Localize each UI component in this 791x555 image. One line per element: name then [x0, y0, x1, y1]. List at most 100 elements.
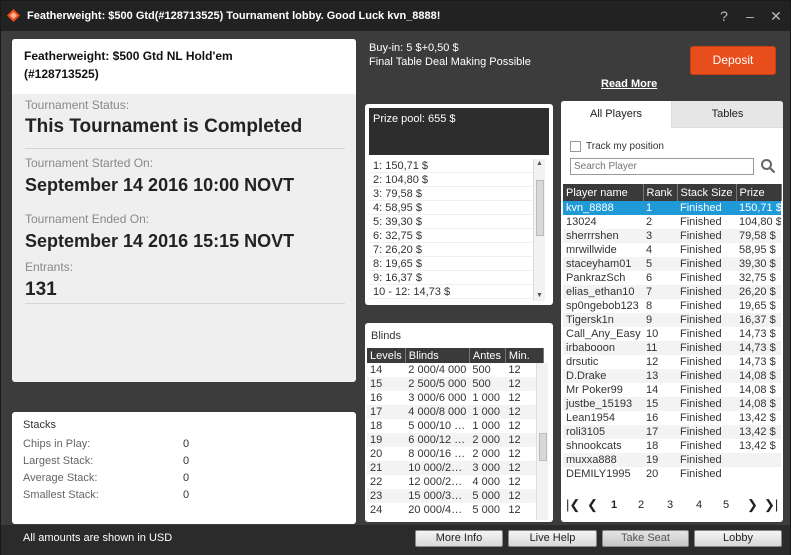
player-row[interactable]: sherrrshen 3 Finished 79,58 $ — [563, 229, 781, 243]
take-seat-button[interactable]: Take Seat — [602, 530, 689, 547]
buyin-text: Buy-in: 5 $+0,50 $ — [369, 42, 459, 54]
blinds-level: 20 — [370, 448, 383, 460]
player-row[interactable]: Mr Poker99 14 Finished 14,08 $ — [563, 383, 781, 397]
prev-page-icon[interactable]: ❮ — [587, 497, 598, 513]
tab-tables[interactable]: Tables — [672, 101, 783, 128]
player-row[interactable]: 13024 2 Finished 104,80 $ — [563, 215, 781, 229]
scroll-up-icon[interactable]: ▲ — [534, 159, 545, 169]
player-row[interactable]: justbe_15193 15 Finished 14,08 $ — [563, 397, 781, 411]
blinds-scrollbar[interactable] — [536, 363, 548, 520]
checkbox-icon[interactable] — [570, 141, 581, 152]
blinds-amount: 15 000/3… — [408, 490, 463, 502]
prize-scrollbar[interactable]: ▲ ▼ — [533, 159, 545, 301]
blinds-ante: 1 000 — [472, 420, 500, 432]
player-rank: 5 — [646, 258, 653, 270]
player-name: D.Drake — [566, 370, 607, 382]
next-page-icon[interactable]: ❯ — [747, 497, 758, 513]
tournament-name-line1: Featherweight: $500 Gtd NL Hold'em — [24, 49, 233, 63]
first-page-icon[interactable]: |❮ — [566, 497, 580, 513]
player-stack: Finished — [680, 230, 722, 242]
col-player-name[interactable]: Player name — [563, 184, 644, 201]
page-5[interactable]: 5 — [723, 499, 729, 511]
player-row[interactable]: irbabooon 11 Finished 14,73 $ — [563, 341, 781, 355]
search-player-input[interactable] — [570, 158, 754, 175]
col-blinds[interactable]: Blinds — [405, 348, 470, 363]
player-name: shnookcats — [566, 440, 622, 452]
player-row[interactable]: Tigersk1n 9 Finished 16,37 $ — [563, 313, 781, 327]
player-row[interactable]: Call_Any_Easy 10 Finished 14,73 $ — [563, 327, 781, 341]
blinds-amount: 3 000/6 000 — [408, 392, 467, 404]
search-icon[interactable] — [760, 158, 776, 174]
player-stack: Finished — [680, 356, 722, 368]
pagination: |❮ ❮ 1 2 3 4 5 ❯ ❯| — [561, 497, 783, 517]
player-row[interactable]: staceyham01 5 Finished 39,30 $ — [563, 257, 781, 271]
player-stack: Finished — [680, 370, 722, 382]
blinds-level: 17 — [370, 406, 383, 418]
player-row[interactable]: drsutic 12 Finished 14,73 $ — [563, 355, 781, 369]
prize-list[interactable]: 1: 150,71 $ 2: 104,80 $ 3: 79,58 $ 4: 58… — [369, 159, 533, 299]
scroll-thumb[interactable] — [536, 180, 544, 236]
player-prize: 14,08 $ — [739, 398, 776, 410]
blinds-level: 21 — [370, 462, 383, 474]
col-min[interactable]: Min. — [505, 348, 544, 363]
page-1[interactable]: 1 — [611, 499, 617, 511]
window-title: Featherweight: $500 Gtd(#128713525) Tour… — [27, 10, 441, 22]
player-row[interactable]: kvn_8888 1 Finished 150,71 $ — [563, 201, 781, 215]
page-2[interactable]: 2 — [638, 499, 644, 511]
scroll-down-icon[interactable]: ▼ — [534, 291, 545, 301]
player-row[interactable]: roli3105 17 Finished 13,42 $ — [563, 425, 781, 439]
player-rank: 4 — [646, 244, 653, 256]
help-button[interactable]: ? — [713, 1, 735, 31]
entrants-label: Entrants: — [25, 260, 74, 274]
minimize-button[interactable]: – — [739, 1, 761, 31]
player-row[interactable]: muxxa888 19 Finished — [563, 453, 781, 467]
col-rank[interactable]: Rank — [643, 184, 678, 201]
player-name: drsutic — [566, 356, 599, 368]
read-more-link[interactable]: Read More — [601, 78, 657, 90]
player-row[interactable]: sp0ngebob123 8 Finished 19,65 $ — [563, 299, 781, 313]
deposit-button[interactable]: Deposit — [690, 46, 776, 75]
close-button[interactable]: ✕ — [765, 1, 787, 31]
col-prize[interactable]: Prize — [736, 184, 782, 201]
player-prize: 39,30 $ — [739, 258, 776, 270]
prize-row: 1: 150,71 $ — [369, 159, 533, 173]
player-name: Mr Poker99 — [566, 384, 623, 396]
player-row[interactable]: Lean1954 16 Finished 13,42 $ — [563, 411, 781, 425]
track-position-checkbox[interactable]: Track my position — [570, 141, 664, 152]
more-info-button[interactable]: More Info — [415, 530, 503, 547]
last-page-icon[interactable]: ❯| — [764, 497, 778, 513]
player-row[interactable]: DEMILY1995 20 Finished — [563, 467, 781, 481]
player-row[interactable]: PankrazSch 6 Finished 32,75 $ — [563, 271, 781, 285]
stack-value: 0 — [183, 455, 190, 467]
title-bar: Featherweight: $500 Gtd(#128713525) Tour… — [1, 1, 790, 31]
prize-row: 9: 16,37 $ — [369, 271, 533, 285]
player-rank: 19 — [646, 454, 659, 466]
prize-pool-total: Prize pool: 655 $ — [369, 108, 549, 155]
page-4[interactable]: 4 — [696, 499, 702, 511]
live-help-button[interactable]: Live Help — [508, 530, 597, 547]
tournament-info-panel: Featherweight: $500 Gtd NL Hold'em (#128… — [12, 39, 356, 382]
player-stack: Finished — [680, 384, 722, 396]
scroll-thumb[interactable] — [539, 433, 547, 461]
page-3[interactable]: 3 — [667, 499, 673, 511]
track-position-label: Track my position — [586, 141, 664, 153]
col-levels[interactable]: Levels — [367, 348, 406, 363]
col-antes[interactable]: Antes — [469, 348, 506, 363]
lobby-button[interactable]: Lobby — [694, 530, 782, 547]
player-name: Tigersk1n — [566, 314, 614, 326]
player-prize — [736, 467, 781, 481]
player-row[interactable]: shnookcats 18 Finished 13,42 $ — [563, 439, 781, 453]
blinds-level: 18 — [370, 420, 383, 432]
player-row[interactable]: D.Drake 13 Finished 14,08 $ — [563, 369, 781, 383]
player-prize: 14,73 $ — [739, 356, 776, 368]
ended-label: Tournament Ended On: — [25, 212, 150, 226]
blinds-ante: 2 000 — [472, 448, 500, 460]
started-value: September 14 2016 10:00 NOVT — [25, 175, 295, 195]
tab-all-players[interactable]: All Players — [561, 101, 672, 128]
prize-row: 10 - 12: 14,73 $ — [369, 285, 533, 299]
blinds-row: 18 5 000/10 … 1 000 12 — [367, 419, 543, 433]
col-stack-size[interactable]: Stack Size — [677, 184, 737, 201]
player-row[interactable]: mrwillwide 4 Finished 58,95 $ — [563, 243, 781, 257]
blinds-level: 14 — [370, 364, 383, 376]
player-row[interactable]: elias_ethan10 7 Finished 26,20 $ — [563, 285, 781, 299]
